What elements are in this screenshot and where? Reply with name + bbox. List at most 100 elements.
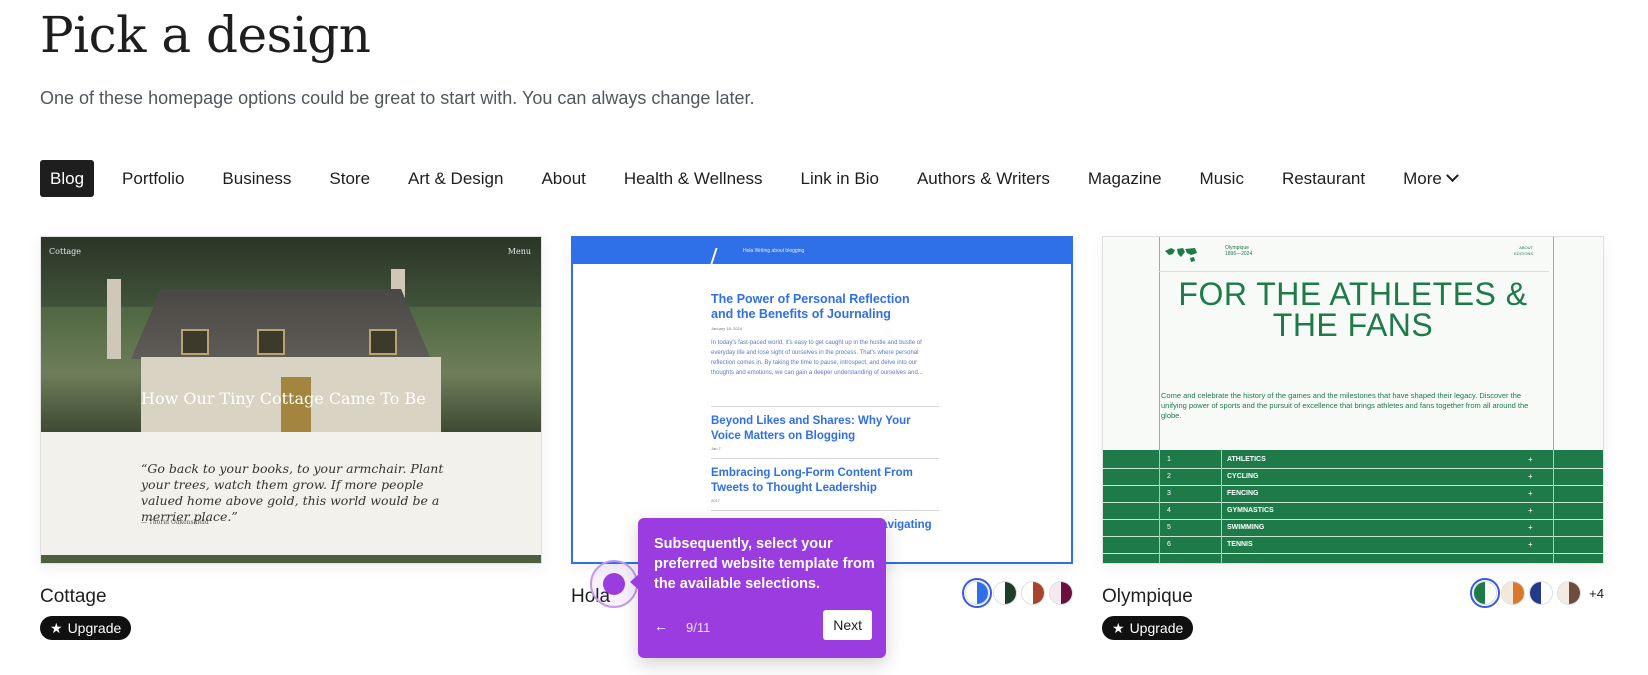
tab-authors-writers[interactable]: Authors & Writers xyxy=(907,160,1060,197)
plus-icon: + xyxy=(1528,455,1533,464)
preview-post-title: Beyond Likes and Shares: Why Your Voice … xyxy=(711,415,911,442)
tab-label: More xyxy=(1403,168,1442,188)
preview-footer-strip xyxy=(41,555,541,563)
design-card-cottage[interactable]: Cottage Menu How Our Tiny Cottage Came T… xyxy=(40,236,542,640)
style-variations xyxy=(962,578,1073,608)
world-map-icon xyxy=(1165,248,1197,262)
tab-music[interactable]: Music xyxy=(1190,160,1254,197)
tab-label: Blog xyxy=(50,168,85,188)
style-variation-swatch[interactable] xyxy=(993,581,1017,605)
preview-hero-title: How Our Tiny Cottage Came To Be xyxy=(141,389,426,408)
table-row: 1 ATHLETICS + xyxy=(1103,452,1603,469)
plus-icon: + xyxy=(1528,489,1533,498)
page-subtitle: One of these homepage options could be g… xyxy=(40,88,755,108)
style-variation-swatch[interactable] xyxy=(1021,581,1045,605)
style-variation-swatch[interactable] xyxy=(1501,581,1526,605)
page-title: Pick a design xyxy=(40,6,371,64)
preview-excerpt: In today's fast-paced world, it's easy t… xyxy=(711,340,923,376)
table-row: 4 GYMNASTICS + xyxy=(1103,503,1603,520)
star-icon: ★ xyxy=(1112,619,1125,636)
preview-brand: Cottage xyxy=(49,247,81,256)
star-icon: ★ xyxy=(50,619,63,636)
tab-label: Authors & Writers xyxy=(916,168,1050,188)
row-label: FENCING xyxy=(1227,490,1259,497)
design-card-hola[interactable]: Hola Writing about blogging The Power of… xyxy=(571,236,1073,608)
next-button[interactable]: Next xyxy=(823,610,872,640)
row-number: 5 xyxy=(1167,524,1171,531)
tab-more[interactable]: More xyxy=(1393,160,1467,197)
preview-post-date: 2017 xyxy=(711,498,720,503)
tab-label: Store xyxy=(329,168,371,188)
preview-post-date: Jan 7 xyxy=(711,446,721,451)
preview-menu: Menu xyxy=(507,247,531,256)
tab-label: Art & Design xyxy=(408,168,504,188)
category-tabs: Blog Portfolio Business Store Art & Design Ab… xyxy=(40,160,1485,197)
row-number: 3 xyxy=(1167,490,1171,497)
design-name: Cottage xyxy=(40,586,107,607)
tab-label: Health & Wellness xyxy=(623,168,763,188)
tab-blog[interactable]: Blog xyxy=(40,160,95,197)
style-variation-swatch[interactable] xyxy=(1557,581,1582,605)
row-label: TENNIS xyxy=(1227,541,1253,548)
tour-tooltip: Subsequently, select your preferred webs… xyxy=(630,518,886,658)
plus-icon: + xyxy=(1528,540,1533,549)
row-label: SWIMMING xyxy=(1227,524,1265,531)
table-row: 5 SWIMMING + xyxy=(1103,520,1603,537)
preview-sports-table: 1 ATHLETICS +2 CYCLING +3 FENCING +4 GYMNASTICS… xyxy=(1103,450,1603,563)
tab-label: About xyxy=(541,168,586,188)
tab-health-wellness[interactable]: Health & Wellness xyxy=(614,160,773,197)
preview-quote: “Go back to your books, to your armchair… xyxy=(141,461,444,524)
arrow-left-icon[interactable]: ← xyxy=(654,618,668,634)
more-variations-count[interactable]: +4 xyxy=(1589,586,1604,601)
row-label: ATHLETICS xyxy=(1227,456,1266,463)
style-variation-swatch[interactable] xyxy=(1470,578,1501,608)
table-row: 2 CYCLING + xyxy=(1103,469,1603,486)
tab-restaurant[interactable]: Restaurant xyxy=(1272,160,1375,197)
tab-label: Restaurant xyxy=(1281,168,1366,188)
row-label: GYMNASTICS xyxy=(1227,507,1274,514)
table-row: 6 TENNIS + xyxy=(1103,537,1603,554)
tab-art-design[interactable]: Art & Design xyxy=(398,160,513,197)
plus-icon: + xyxy=(1528,506,1533,515)
style-variations: +4 xyxy=(1470,578,1604,608)
design-card-olympique[interactable]: Olympique 1896—2024 ABOUT EDITIONS FOR T… xyxy=(1102,236,1604,640)
preview-nav: ABOUT EDITIONS xyxy=(1514,245,1533,256)
design-preview-olympique[interactable]: Olympique 1896—2024 ABOUT EDITIONS FOR T… xyxy=(1102,236,1604,564)
style-variation-swatch[interactable] xyxy=(1529,581,1554,605)
chevron-down-icon xyxy=(1445,169,1459,183)
design-name: Olympique xyxy=(1102,586,1193,607)
tab-portfolio[interactable]: Portfolio xyxy=(112,160,194,197)
preview-post-title: Embracing Long-Form Content From Tweets … xyxy=(711,467,913,494)
preview-intro: Come and celebrate the history of the ga… xyxy=(1161,391,1529,420)
row-number: 2 xyxy=(1167,473,1171,480)
upgrade-label: Upgrade xyxy=(1129,620,1184,636)
row-label: CYCLING xyxy=(1227,473,1259,480)
upgrade-label: Upgrade xyxy=(67,620,122,636)
preview-site-name: Hola Writing about blogging xyxy=(743,248,805,254)
design-preview-cottage[interactable]: Cottage Menu How Our Tiny Cottage Came T… xyxy=(40,236,542,564)
tab-label: Music xyxy=(1199,168,1244,188)
tab-about[interactable]: About xyxy=(531,160,595,197)
tab-label: Portfolio xyxy=(122,168,185,188)
preview-cite: — Thorin Oakenshield xyxy=(141,519,209,526)
preview-post-title: The Power of Personal Reflection and the… xyxy=(711,292,910,321)
row-number: 4 xyxy=(1167,507,1171,514)
plus-icon: + xyxy=(1528,523,1533,532)
tab-label: Business xyxy=(222,168,292,188)
plus-icon: + xyxy=(1528,472,1533,481)
preview-headline: FOR THE ATHLETES & THE FANS xyxy=(1178,276,1528,343)
tour-beacon[interactable] xyxy=(603,573,625,595)
tab-store[interactable]: Store xyxy=(319,160,380,197)
design-preview-hola[interactable]: Hola Writing about blogging The Power of… xyxy=(571,236,1073,564)
style-variation-swatch[interactable] xyxy=(962,578,992,608)
tab-magazine[interactable]: Magazine xyxy=(1078,160,1172,197)
upgrade-badge: ★ Upgrade xyxy=(40,616,132,640)
tab-link-in-bio[interactable]: Link in Bio xyxy=(791,160,889,197)
style-variation-swatch[interactable] xyxy=(1049,581,1073,605)
tooltip-arrow xyxy=(630,574,639,590)
tab-label: Magazine xyxy=(1087,168,1162,188)
tab-business[interactable]: Business xyxy=(212,160,301,197)
preview-header xyxy=(573,238,1071,264)
tour-text: Subsequently, select your preferred webs… xyxy=(654,536,875,592)
tour-step-counter: 9/11 xyxy=(686,620,711,635)
